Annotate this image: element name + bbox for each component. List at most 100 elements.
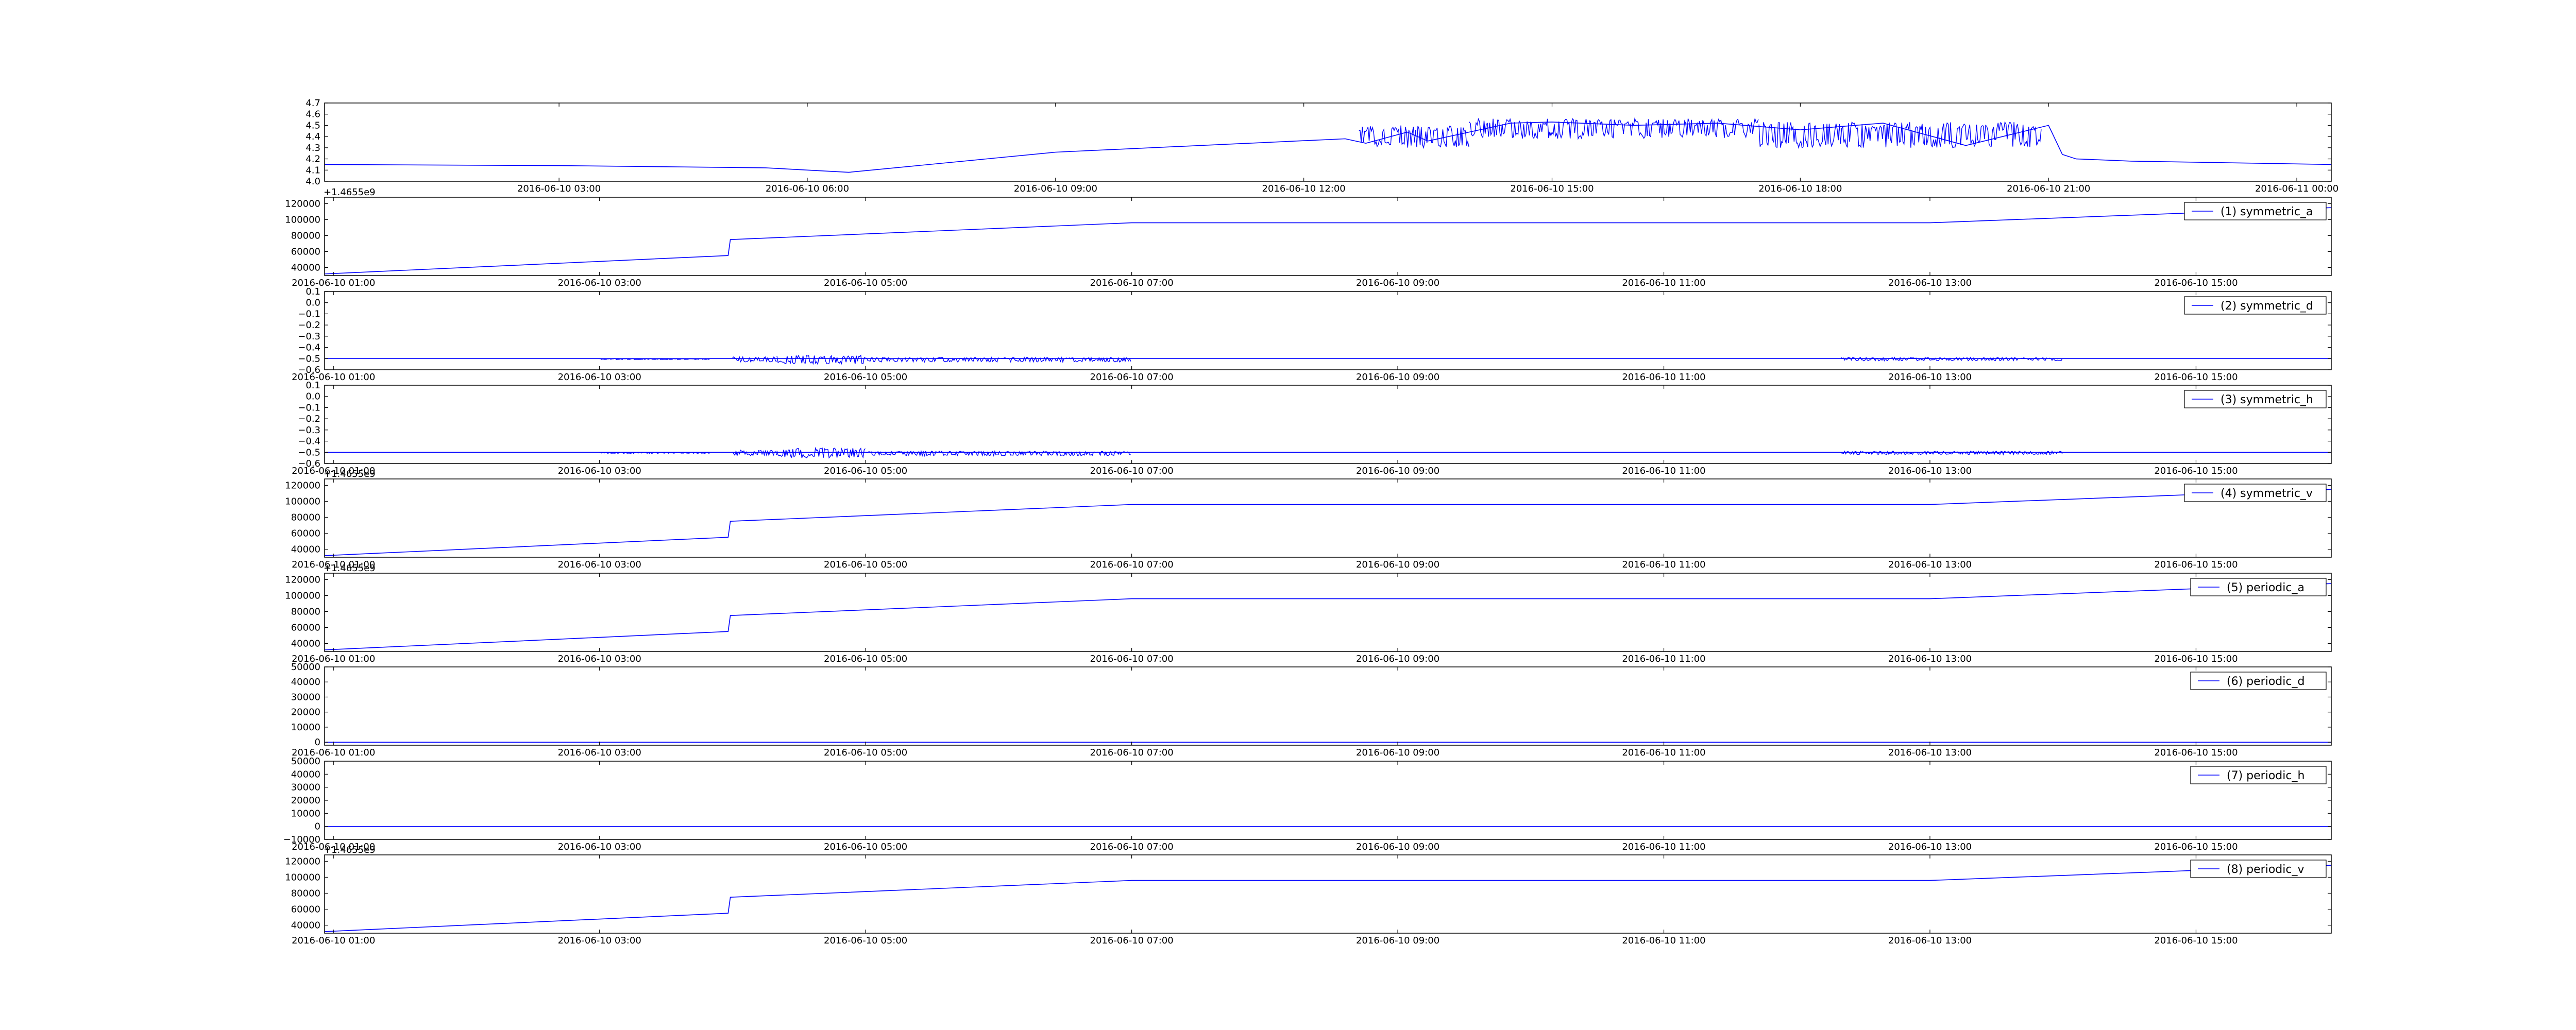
- series-burst-4-5: [1841, 450, 2063, 456]
- y-tick-label: −0.4: [298, 436, 320, 447]
- axes-frame: [324, 573, 2332, 652]
- y-tick-label: 40000: [291, 544, 320, 555]
- x-tick-label: 2016-06-10 11:00: [1622, 278, 1705, 288]
- series-line-2-1: [325, 207, 2331, 274]
- y-tick-label: 10000: [291, 722, 320, 733]
- x-tick-label: 2016-06-10 11:00: [1622, 842, 1705, 852]
- x-tick-label: 2016-06-10 07:00: [1090, 842, 1174, 852]
- x-tick-label: 2016-06-10 03:00: [558, 842, 641, 852]
- x-tick-label: 2016-06-10 15:00: [2154, 747, 2238, 758]
- series-burst-1-2: [1469, 117, 1759, 140]
- series-burst-3-4: [865, 356, 1131, 364]
- subplot-1: 4.04.14.24.34.44.54.64.7 2016-06-10 03:00…: [306, 98, 2338, 194]
- x-tick-label: 2016-06-10 11:00: [1622, 747, 1705, 758]
- legend-label: (1) symmetric_a: [2221, 205, 2313, 218]
- x-tick-label: 2016-06-10 13:00: [1888, 372, 1972, 383]
- series-line-9-1: [325, 865, 2331, 932]
- y-tick-label: 4.6: [306, 109, 320, 120]
- x-tick-label: 2016-06-10 03:00: [558, 747, 641, 758]
- x-tick-label: 2016-06-10 03:00: [517, 183, 601, 194]
- y-tick-label: 0: [315, 737, 320, 748]
- y-tick-label: 40000: [291, 262, 320, 273]
- y-tick-label: −0.3: [298, 425, 320, 436]
- x-tick-label: 2016-06-10 05:00: [824, 278, 907, 288]
- axes-frame: [324, 761, 2332, 840]
- legend: (1) symmetric_a: [2184, 202, 2327, 220]
- y-tick-label: 4.7: [306, 98, 320, 109]
- x-tick-label: 2016-06-10 05:00: [824, 466, 907, 476]
- x-tick-label: 2016-06-10 12:00: [1262, 183, 1346, 194]
- subplot-8: −10000010000200003000040000500002016-06-…: [283, 756, 2332, 852]
- x-tick-label: 2016-06-10 15:00: [2154, 372, 2238, 383]
- x-tick-label: 2016-06-10 11:00: [1622, 935, 1705, 946]
- y-tick-label: 20000: [291, 795, 320, 806]
- y-tick-label: 4.2: [306, 154, 320, 165]
- legend-label: (2) symmetric_d: [2221, 300, 2313, 313]
- y-offset-label: +1.4655e9: [324, 845, 376, 855]
- x-tick-label: 2016-06-10 03:00: [558, 654, 641, 664]
- x-tick-label: 2016-06-10 01:00: [292, 372, 375, 383]
- series-burst-4-3: [776, 447, 866, 459]
- x-tick-label: 2016-06-10 09:00: [1014, 183, 1097, 194]
- x-tick-label: 2016-06-10 01:00: [292, 935, 375, 946]
- subplot-9: 40000 60000 80000 100000 120000 2016-06-10 01…: [285, 845, 2332, 946]
- series-burst-3-2: [732, 355, 777, 363]
- y-tick-label: 40000: [291, 769, 320, 780]
- y-tick-label: −0.4: [298, 342, 320, 353]
- y-tick-label: −0.2: [298, 320, 320, 331]
- y-tick-label: 60000: [291, 904, 320, 915]
- series-burst-4-4: [865, 450, 1131, 457]
- legend-label: (5) periodic_a: [2227, 581, 2304, 594]
- x-tick-label: 2016-06-10 15:00: [2154, 278, 2238, 288]
- legend: (8) periodic_v: [2190, 860, 2327, 878]
- series-line-5-1: [325, 489, 2331, 556]
- x-tick-label: 2016-06-10 09:00: [1356, 559, 1439, 570]
- legend: (5) periodic_a: [2190, 578, 2327, 596]
- x-tick-label: 2016-06-10 03:00: [558, 935, 641, 946]
- x-tick-label: 2016-06-10 03:00: [558, 559, 641, 570]
- x-tick-label: 2016-06-10 09:00: [1356, 842, 1439, 852]
- y-tick-label: 0.0: [306, 298, 320, 308]
- series-burst-3-3: [776, 354, 866, 366]
- y-tick-label: 4.1: [306, 165, 320, 176]
- y-tick-label: −0.5: [298, 447, 320, 458]
- y-tick-label: −0.2: [298, 414, 320, 424]
- x-tick-label: 2016-06-11 00:00: [2255, 183, 2338, 194]
- series-burst-4-1: [599, 452, 710, 454]
- axes-frame: [324, 478, 2332, 558]
- x-tick-label: 2016-06-10 07:00: [1090, 935, 1174, 946]
- y-offset-label: +1.4655e9: [324, 187, 376, 198]
- axes-frame: [324, 666, 2332, 746]
- x-tick-label: 2016-06-10 01:00: [292, 278, 375, 288]
- y-tick-label: 40000: [291, 638, 320, 649]
- y-tick-label: −0.5: [298, 353, 320, 364]
- x-tick-label: 2016-06-10 05:00: [824, 559, 907, 570]
- x-tick-label: 2016-06-10 13:00: [1888, 654, 1972, 664]
- x-tick-label: 2016-06-10 13:00: [1888, 559, 1972, 570]
- x-tick-label: 2016-06-10 07:00: [1090, 278, 1174, 288]
- legend: (6) periodic_d: [2190, 672, 2327, 690]
- series-burst-4-2: [732, 449, 777, 457]
- x-tick-label: 2016-06-10 13:00: [1888, 466, 1972, 476]
- x-tick-label: 2016-06-10 05:00: [824, 935, 907, 946]
- y-tick-label: 50000: [291, 662, 320, 673]
- y-tick-label: 120000: [285, 856, 320, 867]
- series-burst-3-5: [1841, 356, 2063, 362]
- y-tick-label: 20000: [291, 707, 320, 718]
- subplot-5: 4000060000800001000001200002016-06-10 01…: [285, 469, 2332, 570]
- x-tick-label: 2016-06-10 05:00: [824, 654, 907, 664]
- y-tick-label: 4.4: [306, 131, 320, 142]
- x-tick-label: 2016-06-10 07:00: [1090, 654, 1174, 664]
- x-tick-label: 2016-06-10 15:00: [2154, 842, 2238, 852]
- y-tick-label: 60000: [291, 246, 320, 257]
- y-tick-label: −0.1: [298, 308, 320, 319]
- x-tick-label: 2016-06-10 11:00: [1622, 559, 1705, 570]
- x-tick-label: 2016-06-10 11:00: [1622, 372, 1705, 383]
- x-tick-label: 2016-06-10 15:00: [2154, 654, 2238, 664]
- y-tick-label: 120000: [285, 574, 320, 585]
- legend-label: (8) periodic_v: [2227, 863, 2304, 876]
- y-tick-label: 120000: [285, 198, 320, 209]
- x-tick-label: 2016-06-10 11:00: [1622, 466, 1705, 476]
- x-tick-label: 2016-06-10 18:00: [1758, 183, 1842, 194]
- x-tick-label: 2016-06-10 05:00: [824, 842, 907, 852]
